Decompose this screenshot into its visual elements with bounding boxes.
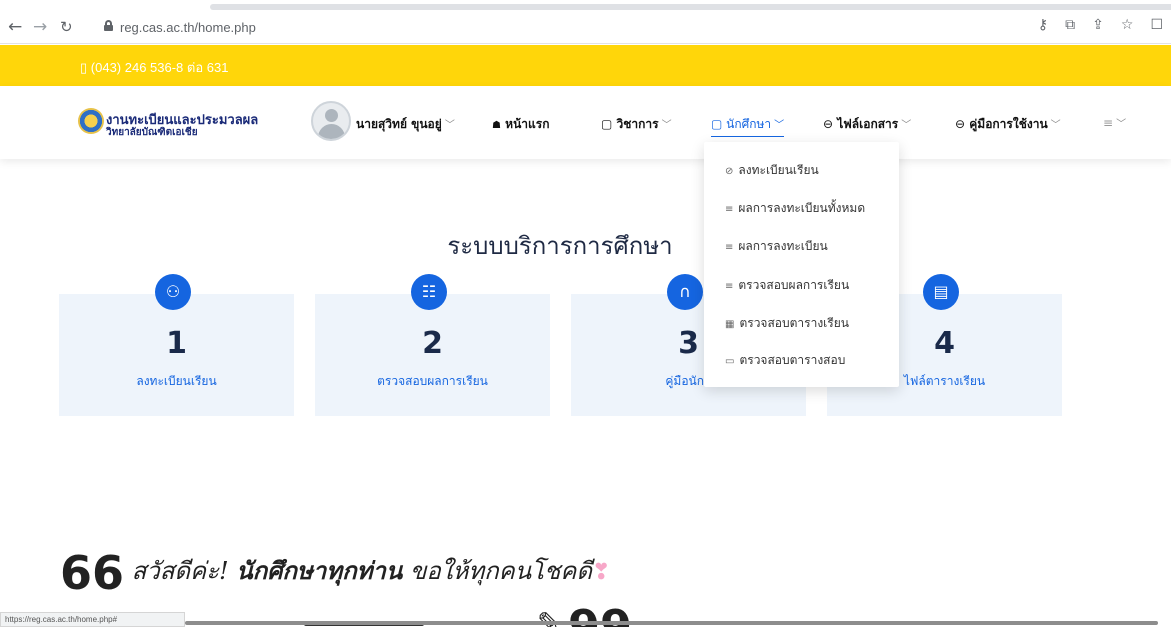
horizontal-scrollbar[interactable]	[185, 621, 1158, 625]
share-icon[interactable]: ⇪	[1092, 17, 1104, 33]
main-navbar: งานทะเบียนและประมวลผล วิทยาลัยบัณฑิตเอเช…	[0, 86, 1171, 159]
chevron-down-icon: ﹀	[1116, 119, 1127, 130]
grid-icon: ▦	[725, 319, 735, 330]
browser-toolbar: ← → ↻ reg.cas.ac.th/home.php ⚷ ⧉ ⇪ ☆ ☐	[0, 0, 1171, 44]
nav-manual[interactable]: ⊖ คู่มือการใช้งาน ﹀	[955, 115, 1061, 134]
browser-actions: ⚷ ⧉ ⇪ ☆ ☐	[1038, 17, 1163, 33]
avatar[interactable]	[311, 101, 351, 141]
contact-bar: ▯ (043) 246 536-8 ต่อ 631	[0, 45, 1171, 86]
card-label: ตรวจสอบผลการเรียน	[377, 374, 488, 388]
dropdown-item-results[interactable]: ≡ ผลการลงทะเบียน	[725, 237, 828, 256]
greeting-rest: ขอให้ทุกคนโชคดี	[409, 557, 592, 585]
headset-icon: ∩	[667, 274, 703, 310]
address-bar[interactable]: reg.cas.ac.th/home.php	[120, 20, 256, 35]
greeting-emphasis: นักศึกษาทุกท่าน	[236, 557, 403, 585]
heart-icon: ❣	[591, 560, 611, 585]
college-logo[interactable]	[78, 108, 104, 134]
dropdown-item-register[interactable]: ⊘ ลงทะเบียนเรียน	[725, 161, 819, 180]
chevron-down-icon: ﹀	[774, 120, 785, 131]
dropdown-item-all-results[interactable]: ≡ ผลการลงทะเบียนทั้งหมด	[725, 199, 865, 218]
nav-more[interactable]: ≡ ﹀	[1103, 115, 1126, 130]
hamburger-icon: ≡	[1103, 116, 1114, 130]
greeting-text: สวัสดีค่ะ!	[131, 557, 229, 585]
list-icon: ≡	[725, 204, 734, 215]
section-title: ระบบบริการการศึกษา	[447, 232, 673, 260]
card-register[interactable]: ⚇ 1 ลงทะเบียนเรียน	[59, 274, 294, 416]
home-icon: ☗	[492, 120, 501, 131]
password-key-icon[interactable]: ⚷	[1038, 17, 1048, 33]
chevron-down-icon: ﹀	[661, 120, 672, 131]
card-number: 1	[166, 326, 187, 361]
lock-icon[interactable]	[104, 20, 113, 31]
window-icon[interactable]: ☐	[1150, 17, 1163, 33]
square-icon: ▢	[601, 117, 613, 131]
drive-icon: ⊖	[955, 117, 966, 131]
chevron-down-icon: ﹀	[901, 120, 912, 131]
checklist-icon: ☷	[411, 274, 447, 310]
dropdown-item-exam-schedule[interactable]: ▭ ตรวจสอบตารางสอบ	[725, 351, 845, 370]
contact-phone: ▯ (043) 246 536-8 ต่อ 631	[80, 60, 229, 75]
document-icon: ▤	[923, 274, 959, 310]
greeting-quote: 66 สวัสดีค่ะ! นักศึกษาทุกท่าน ขอให้ทุกคน…	[60, 546, 610, 600]
translate-icon[interactable]: ⧉	[1065, 17, 1075, 33]
nav-documents[interactable]: ⊖ ไฟล์เอกสาร ﹀	[823, 115, 911, 134]
chevron-down-icon: ﹀	[444, 120, 455, 131]
phone-icon: ▯	[80, 60, 88, 75]
folder-icon: ▭	[725, 356, 735, 367]
list-icon: ≡	[725, 281, 734, 292]
nav-student[interactable]: ▢ นักศึกษา ﹀	[711, 115, 785, 137]
reload-icon[interactable]: ↻	[60, 18, 73, 36]
user-menu[interactable]: นายสุวิทย์ ขุนอยู่ ﹀	[356, 115, 455, 134]
status-bar-url: https://reg.cas.ac.th/home.php#	[0, 612, 185, 627]
chevron-down-icon: ﹀	[1050, 120, 1061, 131]
nav-academic[interactable]: ▢ วิชาการ ﹀	[601, 115, 672, 134]
list-icon: ≡	[725, 242, 734, 253]
check-circle-icon: ⊘	[725, 166, 734, 177]
users-icon: ⚇	[155, 274, 191, 310]
card-number: 2	[422, 326, 443, 361]
square-icon: ▢	[711, 117, 723, 131]
tab-strip	[210, 4, 1171, 10]
back-icon[interactable]: ←	[8, 18, 22, 36]
card-grades[interactable]: ☷ 2 ตรวจสอบผลการเรียน	[315, 274, 550, 416]
bookmark-star-icon[interactable]: ☆	[1121, 17, 1134, 33]
open-quote-mark: 66	[60, 546, 125, 600]
forward-icon[interactable]: →	[33, 18, 47, 36]
dropdown-item-timetable[interactable]: ▦ ตรวจสอบตารางเรียน	[725, 314, 849, 333]
drive-icon: ⊖	[823, 117, 834, 131]
logo-subtitle[interactable]: วิทยาลัยบัณฑิตเอเชีย	[106, 125, 198, 140]
card-label: ลงทะเบียนเรียน	[136, 374, 217, 388]
dropdown-item-grades[interactable]: ≡ ตรวจสอบผลการเรียน	[725, 276, 849, 295]
nav-home[interactable]: ☗ หน้าแรก	[492, 115, 549, 134]
student-dropdown: ⊘ ลงทะเบียนเรียน ≡ ผลการลงทะเบียนทั้งหมด ≡…	[704, 142, 899, 387]
